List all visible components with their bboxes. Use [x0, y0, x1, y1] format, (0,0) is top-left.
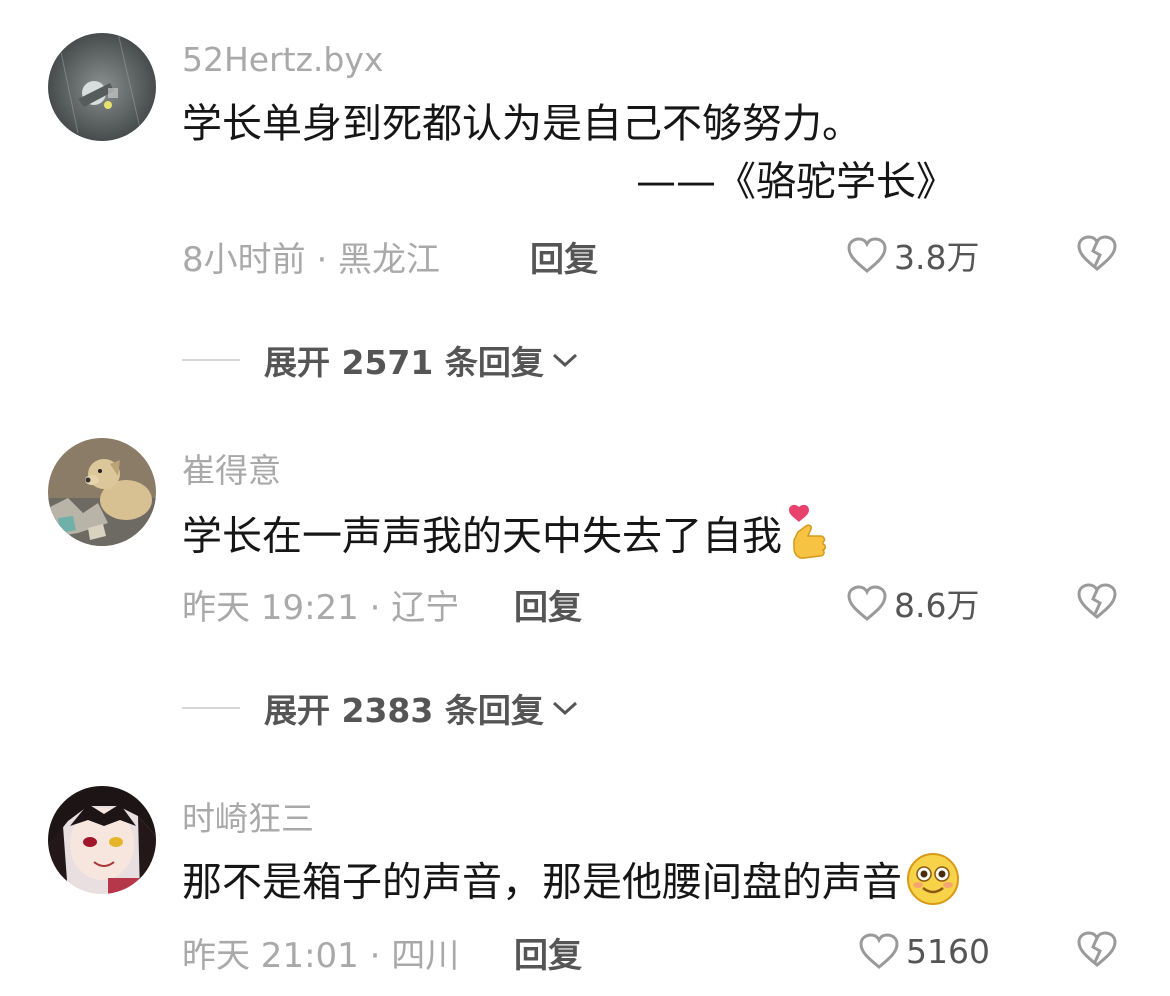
reply-button[interactable]: 回复	[514, 928, 582, 977]
comment-meta: 昨天 19:21 · 辽宁	[182, 588, 460, 628]
like-button[interactable]: 8.6万	[846, 581, 979, 625]
expand-replies-label: 展开 2571 条回复	[264, 343, 544, 382]
like-button[interactable]: 5160	[858, 929, 990, 973]
reply-button[interactable]: 回复	[514, 580, 582, 629]
comment-text: 学长在一声声我的天中失去了自我	[182, 504, 830, 573]
comment-text-content: 学长在一声声我的天中失去了自我	[182, 513, 782, 560]
dislike-button[interactable]	[1076, 930, 1122, 974]
broken-heart-icon	[1077, 931, 1117, 967]
like-count: 5160	[906, 931, 990, 971]
finger-heart-emoji-icon	[786, 504, 830, 573]
dislike-button[interactable]	[1076, 582, 1122, 626]
comment-meta: 8小时前 · 黑龙江	[182, 240, 441, 280]
comment-username[interactable]: 崔得意	[182, 444, 281, 492]
expand-replies-button[interactable]: 展开 2383 条回复	[182, 686, 580, 730]
chevron-down-icon	[552, 353, 577, 368]
reply-button[interactable]: 回复	[530, 232, 598, 281]
like-button[interactable]: 3.8万	[846, 233, 979, 277]
expand-replies-label: 展开 2383 条回复	[264, 691, 544, 730]
divider-line	[182, 359, 240, 361]
dislike-button[interactable]	[1076, 234, 1122, 278]
heart-icon	[847, 237, 887, 273]
anime-girl-avatar-icon	[48, 786, 156, 894]
comment-quote: ——《骆驼学长》	[636, 159, 956, 205]
like-count: 8.6万	[894, 586, 980, 625]
divider-line	[182, 707, 240, 709]
avatar[interactable]	[48, 438, 156, 546]
avatar[interactable]	[48, 786, 156, 894]
like-count: 3.8万	[894, 238, 980, 277]
heart-icon	[859, 933, 899, 969]
avatar[interactable]	[48, 33, 156, 141]
broken-heart-icon	[1077, 235, 1117, 271]
smiley-emoji-icon	[906, 852, 960, 917]
comment-text: 学长单身到死都认为是自己不够努力。	[182, 101, 862, 147]
heart-icon	[847, 585, 887, 621]
night-moon-avatar-icon	[48, 33, 156, 141]
comment-username[interactable]: 52Hertz.byx	[182, 40, 383, 79]
broken-heart-icon	[1077, 583, 1117, 619]
comment-meta: 昨天 21:01 · 四川	[182, 936, 460, 976]
comment-text: 那不是箱子的声音，那是他腰间盘的声音	[182, 852, 960, 917]
dog-avatar-icon	[48, 438, 156, 546]
comment-text-content: 那不是箱子的声音，那是他腰间盘的声音	[182, 859, 902, 906]
comment-username[interactable]: 时崎狂三	[182, 792, 314, 840]
chevron-down-icon	[552, 701, 577, 716]
expand-replies-button[interactable]: 展开 2571 条回复	[182, 338, 580, 382]
